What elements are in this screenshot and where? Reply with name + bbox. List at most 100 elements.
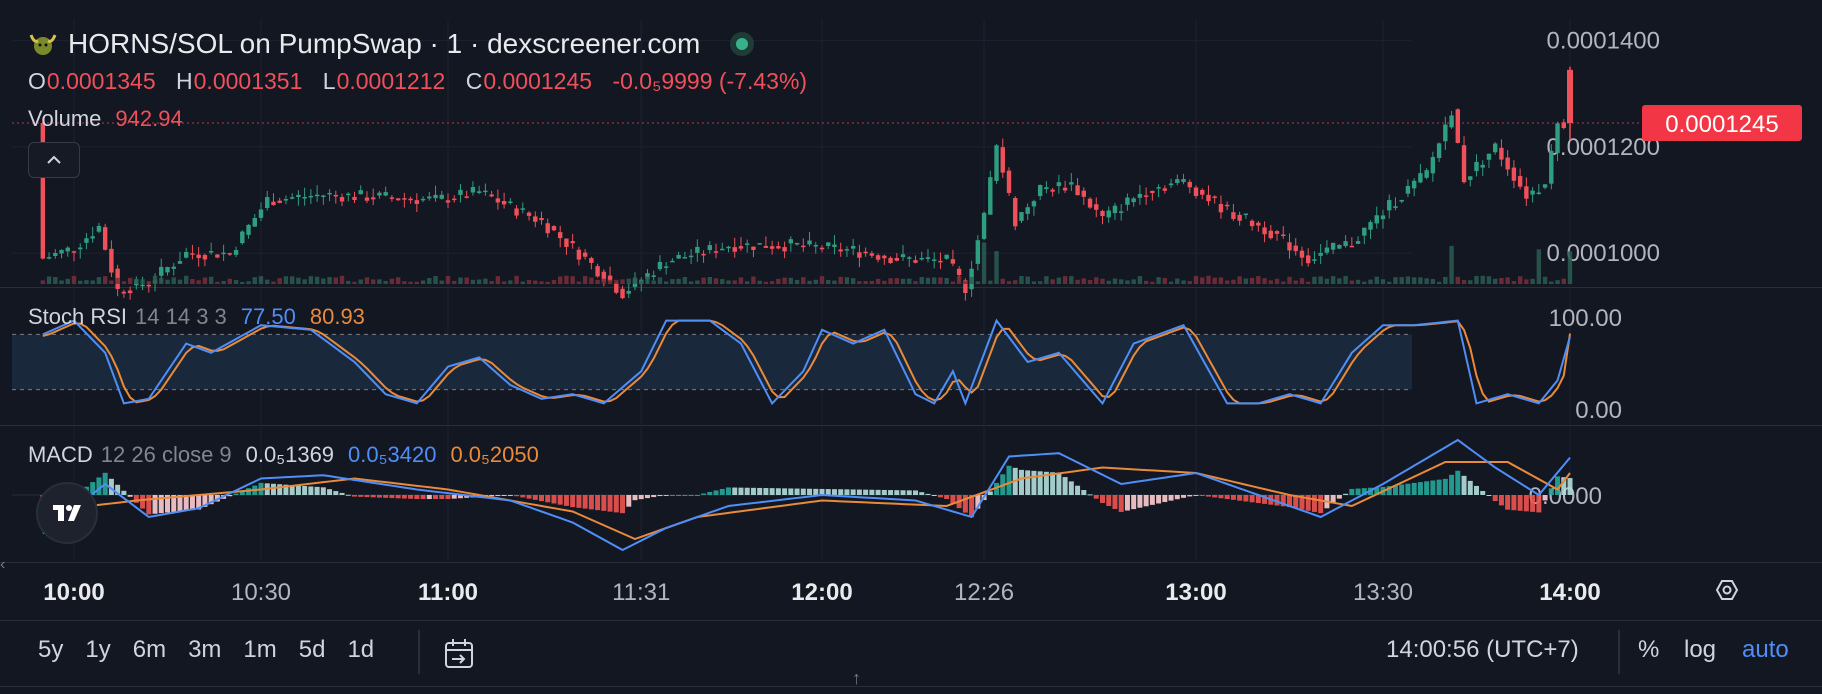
candle-body: [1499, 147, 1504, 160]
volume-bar: [283, 276, 289, 284]
volume-bar: [601, 278, 607, 284]
volume-bar: [1436, 281, 1442, 284]
candle-body: [850, 246, 856, 249]
auto-scale-toggle[interactable]: auto: [1742, 636, 1789, 664]
candle-body: [1486, 153, 1492, 160]
volume-bar: [53, 277, 58, 284]
volume-bar: [333, 277, 338, 284]
time-axis-label: 14:00: [1539, 579, 1600, 606]
calendar-goto-icon[interactable]: [442, 636, 478, 672]
panel-divider: [0, 620, 1822, 621]
macd-histogram-bar: [601, 495, 607, 511]
candle-body: [1150, 190, 1155, 194]
volume-bar: [769, 281, 775, 284]
chart-canvas[interactable]: 0.00014000.00012000.00010000.0001245100.…: [0, 0, 1822, 694]
volume-bar: [595, 279, 600, 284]
range-5y-button[interactable]: 5y: [38, 636, 63, 664]
candle-body: [233, 250, 239, 255]
candle-body: [707, 245, 712, 251]
stoch-rsi-label[interactable]: Stoch RSI: [28, 304, 127, 329]
volume-bar: [121, 281, 127, 284]
macd-histogram-bar: [140, 495, 146, 509]
tradingview-logo-icon[interactable]: [36, 482, 98, 544]
range-5d-button[interactable]: 5d: [299, 636, 326, 664]
volume-bar: [857, 281, 862, 284]
candle-body: [1100, 210, 1105, 217]
macd-histogram-bar: [339, 492, 345, 495]
volume-bar: [670, 279, 675, 284]
volume-bar: [745, 281, 750, 284]
time-axis-label: 13:00: [1165, 579, 1226, 606]
expand-panel-icon[interactable]: ↑: [852, 668, 861, 689]
candle-body: [171, 266, 176, 269]
macd-histogram-bar: [919, 492, 925, 495]
macd-histogram-bar: [863, 489, 869, 495]
candle-body: [1542, 184, 1548, 188]
macd-histogram-bar: [514, 495, 520, 497]
macd-histogram-bar: [1542, 495, 1548, 501]
candle-body: [1031, 201, 1037, 207]
range-3m-button[interactable]: 3m: [188, 636, 221, 664]
volume-bar: [907, 278, 912, 284]
range-1d-button[interactable]: 1d: [347, 636, 374, 664]
volume-bar: [265, 279, 270, 284]
macd-histogram-bar: [894, 490, 900, 495]
high-value: 0.0001351: [193, 68, 303, 94]
macd-histogram-bar: [750, 487, 756, 495]
volume-bar: [695, 280, 700, 284]
toolbar-divider: [1618, 630, 1620, 674]
candle-body: [1349, 245, 1355, 248]
volume-bar: [1143, 280, 1149, 284]
volume-bar: [371, 279, 376, 284]
candle-body: [1555, 123, 1560, 154]
candle-body: [227, 253, 233, 255]
candle-body: [1449, 115, 1454, 128]
left-collapse-icon[interactable]: ‹: [0, 556, 5, 574]
macd-histogram-bar: [295, 485, 301, 495]
macd-histogram-bar: [1181, 495, 1187, 498]
macd-histogram-bar: [1517, 495, 1523, 511]
collapse-legend-button[interactable]: [28, 142, 80, 178]
volume-bar: [65, 278, 70, 284]
macd-histogram-bar: [844, 489, 850, 495]
clock-timezone-button[interactable]: 14:00:56 (UTC+7): [1386, 636, 1579, 664]
macd-histogram-bar: [545, 495, 551, 503]
volume-bar: [688, 281, 694, 284]
volume-bar: [134, 278, 139, 284]
close-value: 0.0001245: [483, 68, 593, 94]
range-1m-button[interactable]: 1m: [243, 636, 276, 664]
volume-bar: [1443, 276, 1448, 284]
macd-label[interactable]: MACD: [28, 442, 93, 467]
volume-bar: [464, 277, 469, 284]
candle-body: [96, 225, 102, 232]
range-6m-button[interactable]: 6m: [133, 636, 166, 664]
macd-histogram-bar: [189, 495, 195, 511]
time-axis-label: 11:00: [418, 579, 478, 606]
candle-body: [558, 232, 563, 239]
volume-bar: [738, 277, 744, 284]
macd-histogram-bar: [782, 488, 788, 495]
log-scale-toggle[interactable]: log: [1684, 636, 1716, 664]
volume-bar: [1430, 279, 1436, 284]
volume-bar: [1131, 279, 1136, 284]
percent-scale-toggle[interactable]: %: [1638, 636, 1659, 664]
volume-bar: [202, 277, 208, 284]
macd-histogram-bar: [383, 495, 389, 498]
volume-bar: [190, 279, 195, 284]
chart-title[interactable]: HORNS/SOL on PumpSwap · 1 · dexscreener.…: [68, 28, 700, 60]
volume-bar: [109, 280, 114, 284]
macd-histogram-bar: [1311, 495, 1317, 512]
macd-histogram-bar: [775, 488, 781, 495]
range-1y-button[interactable]: 1y: [85, 636, 110, 664]
volume-bar: [1455, 276, 1460, 284]
volume-bar: [1168, 281, 1174, 284]
candle-body: [346, 193, 351, 196]
volume-bar: [1274, 278, 1280, 284]
candle-body: [1355, 241, 1361, 244]
volume-bar: [938, 277, 943, 284]
macd-histogram-bar: [582, 495, 588, 509]
volume-bar: [452, 280, 457, 284]
candle-body: [626, 290, 631, 294]
macd-histogram-bar: [539, 495, 544, 502]
volume-bar: [1181, 280, 1186, 284]
